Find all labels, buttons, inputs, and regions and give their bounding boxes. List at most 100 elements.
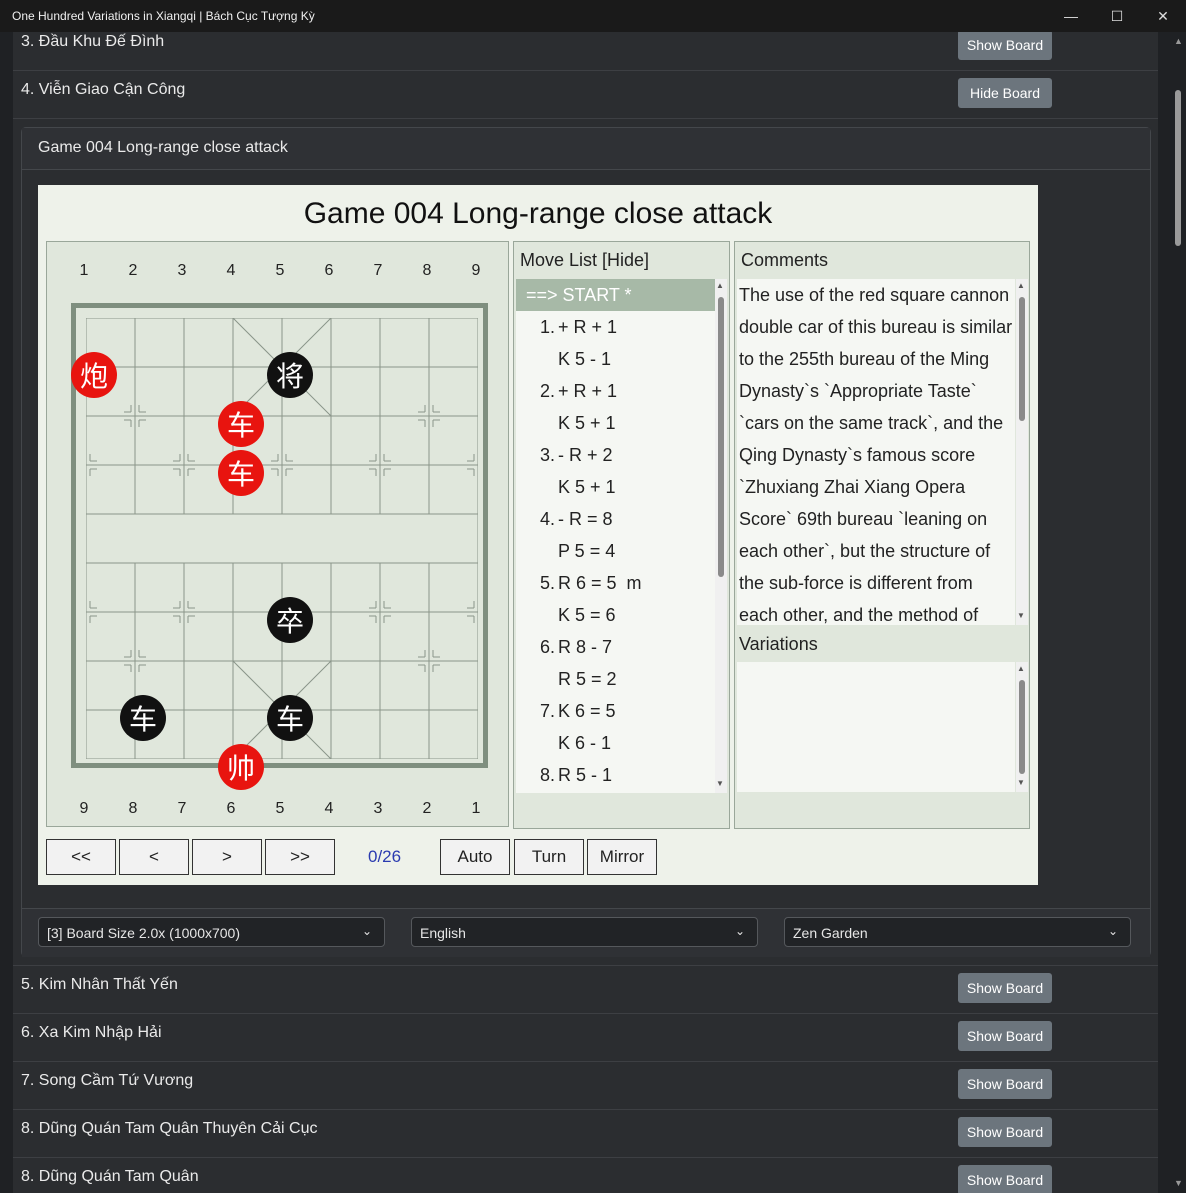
scroll-up-arrow[interactable]: ▲ <box>1174 36 1183 46</box>
black-piece[interactable]: 车 <box>267 695 313 741</box>
card-footer: [3] Board Size 2.0x (1000x700) ⌄ English… <box>22 908 1150 957</box>
file-coordinate: 8 <box>422 262 432 279</box>
move-list-panel: Move List [Hide] ==> START * 1. + R + 1K 5… <box>513 241 730 829</box>
scroll-thumb[interactable] <box>718 297 724 577</box>
file-coordinate: 2 <box>422 800 432 817</box>
scroll-thumb[interactable] <box>1019 297 1025 421</box>
move-item[interactable]: R 5 = 2 <box>516 663 715 695</box>
file-coordinate: 1 <box>79 262 89 279</box>
hide-board-button[interactable]: Hide Board <box>958 78 1052 108</box>
variations-scrollbar[interactable]: ▲ ▼ <box>1016 662 1028 792</box>
scroll-down-arrow[interactable]: ▼ <box>1017 611 1025 620</box>
comment-line: to the 255th bureau of the Ming <box>739 349 990 369</box>
mirror-board-button[interactable]: Mirror <box>587 839 657 875</box>
scroll-up-arrow[interactable]: ▲ <box>716 281 724 290</box>
move-item[interactable]: 5. R 6 = 5 m <box>516 567 715 599</box>
game-row-label: 5. Kim Nhân Thất Yến <box>21 976 178 993</box>
comments-scrollbar[interactable]: ▲ ▼ <box>1016 279 1028 625</box>
board-size-value: [3] Board Size 2.0x (1000x700) <box>47 925 241 941</box>
game-row-4: 4. Viễn Giao Cận Công Hide Board <box>13 71 1158 119</box>
move-item[interactable]: K 5 = 6 <box>516 599 715 631</box>
move-text: K 5 + 1 <box>558 477 616 497</box>
page-scrollbar[interactable]: ▲ ▼ <box>1170 32 1186 1193</box>
file-coordinate: 6 <box>324 262 334 279</box>
close-button[interactable]: ✕ <box>1140 0 1186 32</box>
comment-line: each other`, but the structure of <box>739 541 991 561</box>
scroll-thumb[interactable] <box>1019 680 1025 774</box>
file-coordinate: 6 <box>226 800 236 817</box>
move-number: 3. <box>540 445 556 465</box>
comment-line: Score` 69th bureau `leaning on <box>739 509 988 529</box>
game-row-3: 3. Đầu Khu Đế Đình Show Board <box>13 32 1158 71</box>
black-piece[interactable]: 将 <box>267 352 313 398</box>
file-coordinate: 7 <box>373 262 383 279</box>
move-text: K 5 = 6 <box>558 605 616 625</box>
scroll-up-arrow[interactable]: ▲ <box>1017 281 1025 290</box>
move-number: 6. <box>540 637 556 657</box>
show-board-button[interactable]: Show Board <box>958 1021 1052 1051</box>
move-list-scrollbar[interactable]: ▲ ▼ <box>715 279 727 793</box>
move-item[interactable]: 1. + R + 1 <box>516 311 715 343</box>
language-value: English <box>420 925 466 941</box>
language-select[interactable]: English ⌄ <box>411 917 758 947</box>
game-row-label: 7. Song Cầm Tứ Vương <box>21 1072 194 1089</box>
auto-play-button[interactable]: Auto <box>440 839 510 875</box>
minimize-button[interactable]: — <box>1048 0 1094 32</box>
show-board-button[interactable]: Show Board <box>958 1165 1052 1193</box>
comment-line: the sub-force is different from <box>739 573 973 593</box>
move-number: 8. <box>540 765 556 785</box>
maximize-button[interactable]: ☐ <box>1094 0 1140 32</box>
move-item[interactable]: 3. - R + 2 <box>516 439 715 471</box>
window-title: One Hundred Variations in Xiangqi | Bách… <box>12 9 315 23</box>
red-piece[interactable]: 帅 <box>218 744 264 790</box>
move-item[interactable]: K 5 - 1 <box>516 343 715 375</box>
scroll-down-arrow[interactable]: ▼ <box>716 779 724 788</box>
move-item[interactable]: P 5 = 4 <box>516 535 715 567</box>
show-board-button[interactable]: Show Board <box>958 32 1052 60</box>
file-coordinate: 3 <box>177 262 187 279</box>
move-item[interactable]: 4. - R = 8 <box>516 503 715 535</box>
move-item[interactable]: 2. + R + 1 <box>516 375 715 407</box>
show-board-button[interactable]: Show Board <box>958 1117 1052 1147</box>
black-piece[interactable]: 卒 <box>267 597 313 643</box>
scroll-down-arrow[interactable]: ▼ <box>1017 778 1025 787</box>
move-item[interactable]: K 5 + 1 <box>516 407 715 439</box>
game-row-8b: 8. Dũng Quán Tam Quân Show Board <box>13 1158 1158 1193</box>
last-move-button[interactable]: >> <box>265 839 335 875</box>
black-piece[interactable]: 车 <box>120 695 166 741</box>
scroll-thumb[interactable] <box>1175 90 1181 246</box>
theme-value: Zen Garden <box>793 925 868 941</box>
show-board-button[interactable]: Show Board <box>958 973 1052 1003</box>
game-list: 3. Đầu Khu Đế Đình Show Board 4. Viễn Gi… <box>0 32 1170 1193</box>
prev-move-button[interactable]: < <box>119 839 189 875</box>
move-number: 2. <box>540 381 556 401</box>
move-item[interactable]: 6. R 8 - 7 <box>516 631 715 663</box>
move-item[interactable]: K 5 + 1 <box>516 471 715 503</box>
move-item[interactable]: K 6 - 1 <box>516 727 715 759</box>
first-move-button[interactable]: << <box>46 839 116 875</box>
scroll-up-arrow[interactable]: ▲ <box>1017 664 1025 673</box>
move-text: K 6 = 5 <box>558 701 616 721</box>
scroll-down-arrow[interactable]: ▼ <box>1174 1178 1183 1188</box>
red-piece[interactable]: 车 <box>218 450 264 496</box>
theme-select[interactable]: Zen Garden ⌄ <box>784 917 1131 947</box>
file-coordinate: 3 <box>373 800 383 817</box>
move-item[interactable]: 7. K 6 = 5 <box>516 695 715 727</box>
move-item[interactable]: 8. R 5 - 1 <box>516 759 715 791</box>
next-move-button[interactable]: > <box>192 839 262 875</box>
move-list-header[interactable]: Move List [Hide] <box>520 250 649 271</box>
game-row-5: 5. Kim Nhân Thất Yến Show Board <box>13 966 1158 1014</box>
game-title: Game 004 Long-range close attack <box>303 197 773 230</box>
move-number: 7. <box>540 701 556 721</box>
move-text: P 5 = 4 <box>558 541 616 561</box>
comment-line: `cars on the same track`, and the <box>739 413 1004 433</box>
move-text: + R + 1 <box>558 381 618 401</box>
red-piece[interactable]: 炮 <box>71 352 117 398</box>
show-board-button[interactable]: Show Board <box>958 1069 1052 1099</box>
move-start[interactable]: ==> START * <box>516 279 715 311</box>
move-number: 5. <box>540 573 556 593</box>
turn-board-button[interactable]: Turn <box>514 839 584 875</box>
red-piece[interactable]: 车 <box>218 401 264 447</box>
comments-panel: Comments The use of the red square canno… <box>734 241 1030 829</box>
board-size-select[interactable]: [3] Board Size 2.0x (1000x700) ⌄ <box>38 917 385 947</box>
